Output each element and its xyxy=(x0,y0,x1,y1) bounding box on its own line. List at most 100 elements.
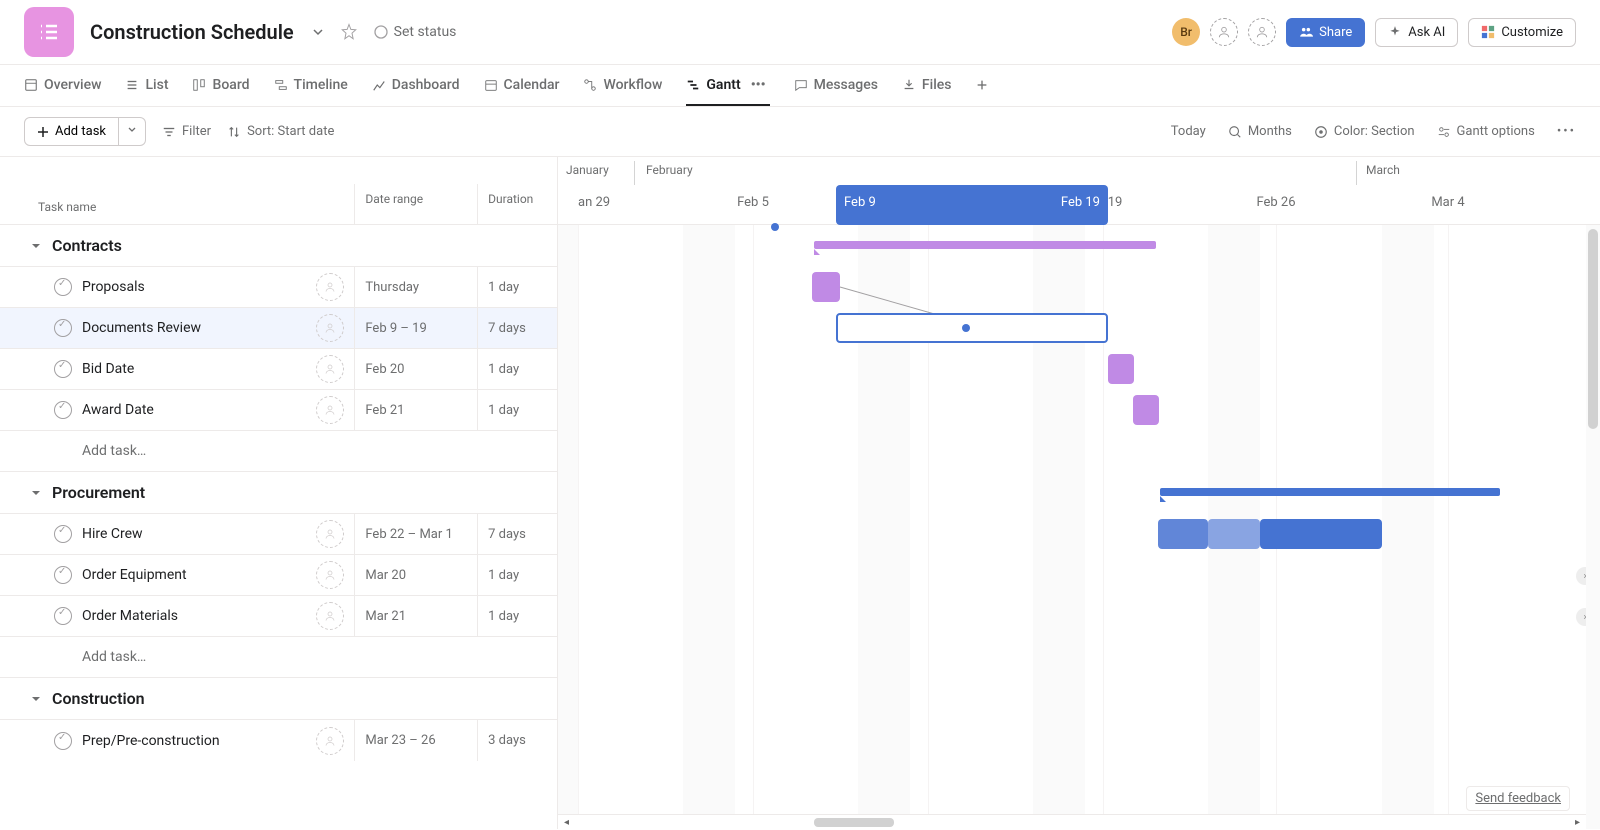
assignee-placeholder[interactable] xyxy=(316,520,344,548)
add-task-inline[interactable]: Add task… xyxy=(0,431,557,472)
more-options-button[interactable]: ••• xyxy=(1557,124,1576,139)
view-tabs: Overview List Board Timeline Dashboard C… xyxy=(0,65,1600,107)
horizontal-scrollbar[interactable]: ◂ ▸ xyxy=(558,814,1586,829)
add-member-placeholder[interactable] xyxy=(1210,18,1238,46)
person-icon xyxy=(324,322,336,334)
task-row[interactable]: Order Materials Mar 21 1 day xyxy=(0,596,557,637)
scrollbar-thumb[interactable] xyxy=(1588,229,1598,429)
add-task-inline[interactable]: Add task… xyxy=(0,637,557,678)
set-status-button[interactable]: Set status xyxy=(374,24,457,40)
customize-button[interactable]: Customize xyxy=(1468,18,1576,47)
gantt-bar-bid-date[interactable] xyxy=(1108,354,1134,384)
gantt-bar-documents-review[interactable] xyxy=(836,313,1108,343)
project-dropdown-button[interactable] xyxy=(306,20,330,44)
assignee-placeholder[interactable] xyxy=(316,727,344,755)
messages-icon xyxy=(794,78,808,92)
color-button[interactable]: Color: Section xyxy=(1314,124,1415,139)
complete-checkbox[interactable] xyxy=(54,607,72,625)
month-label: March xyxy=(1366,163,1400,177)
scroll-right[interactable]: ▸ xyxy=(1571,815,1584,830)
project-title[interactable]: Construction Schedule xyxy=(90,20,294,44)
assignee-placeholder[interactable] xyxy=(316,396,344,424)
assignee-placeholder[interactable] xyxy=(316,561,344,589)
tab-board[interactable]: Board xyxy=(192,65,249,106)
complete-checkbox[interactable] xyxy=(54,525,72,543)
gantt-bar-award-date[interactable] xyxy=(1133,395,1159,425)
add-member-placeholder-2[interactable] xyxy=(1248,18,1276,46)
project-icon xyxy=(24,7,74,57)
section-construction[interactable]: Construction xyxy=(0,678,557,720)
gantt-bar-hire-crew[interactable] xyxy=(1158,519,1208,549)
zoom-months-button[interactable]: Months xyxy=(1228,124,1292,139)
task-row[interactable]: Hire Crew Feb 22 – Mar 1 7 days xyxy=(0,514,557,555)
gantt-rows[interactable]: › › xyxy=(558,225,1600,637)
section-bar-contracts[interactable] xyxy=(814,241,1156,249)
tab-overview[interactable]: Overview xyxy=(24,65,101,106)
filter-button[interactable]: Filter xyxy=(162,124,211,139)
gantt-bar-hire-crew-weekend[interactable] xyxy=(1208,519,1260,549)
gantt-options-button[interactable]: Gantt options xyxy=(1437,124,1535,139)
column-duration[interactable]: Duration xyxy=(477,184,557,224)
section-bar-procurement[interactable] xyxy=(1160,488,1500,496)
date-label: an 29 xyxy=(578,195,610,210)
column-date-range[interactable]: Date range xyxy=(354,184,477,224)
complete-checkbox[interactable] xyxy=(54,732,72,750)
complete-checkbox[interactable] xyxy=(54,401,72,419)
scrollbar-thumb[interactable] xyxy=(814,818,894,827)
vertical-scrollbar[interactable] xyxy=(1586,225,1600,829)
task-row[interactable]: Prep/Pre-construction Mar 23 – 26 3 days xyxy=(0,720,557,761)
section-contracts[interactable]: Contracts xyxy=(0,225,557,267)
gantt-bar-hire-crew-2[interactable] xyxy=(1260,519,1382,549)
assignee-placeholder[interactable] xyxy=(316,273,344,301)
assignee-placeholder[interactable] xyxy=(316,314,344,342)
share-label: Share xyxy=(1319,25,1352,40)
plus-icon xyxy=(37,126,49,138)
add-task-dropdown[interactable] xyxy=(119,117,146,146)
today-button[interactable]: Today xyxy=(1171,124,1206,139)
assignee-placeholder[interactable] xyxy=(316,355,344,383)
tab-gantt[interactable]: Gantt••• xyxy=(686,65,769,106)
task-row[interactable]: Bid Date Feb 20 1 day xyxy=(0,349,557,390)
complete-checkbox[interactable] xyxy=(54,319,72,337)
assignee-placeholder[interactable] xyxy=(316,602,344,630)
section-procurement[interactable]: Procurement xyxy=(0,472,557,514)
tab-files[interactable]: Files xyxy=(902,65,952,106)
tab-workflow[interactable]: Workflow xyxy=(583,65,662,106)
complete-checkbox[interactable] xyxy=(54,360,72,378)
tab-gantt-more[interactable]: ••• xyxy=(747,77,770,93)
tab-list[interactable]: List xyxy=(125,65,168,106)
scroll-left[interactable]: ◂ xyxy=(560,815,573,830)
task-row[interactable]: Award Date Feb 21 1 day xyxy=(0,390,557,431)
tab-dashboard[interactable]: Dashboard xyxy=(372,65,460,106)
chevron-down-icon xyxy=(30,240,42,252)
sort-button[interactable]: Sort: Start date xyxy=(227,124,334,139)
share-button[interactable]: Share xyxy=(1286,18,1365,47)
favorite-button[interactable] xyxy=(336,19,362,45)
complete-checkbox[interactable] xyxy=(54,278,72,296)
send-feedback-link[interactable]: Send feedback xyxy=(1466,786,1570,811)
ask-ai-button[interactable]: Ask AI xyxy=(1375,18,1458,47)
status-circle-icon xyxy=(374,25,388,39)
dependency-handle[interactable] xyxy=(962,324,970,332)
person-icon xyxy=(324,610,336,622)
chevron-down-icon xyxy=(30,693,42,705)
timeline-header: January February March an 29 Feb 5 Feb 9… xyxy=(558,157,1600,225)
add-tab-button[interactable] xyxy=(975,65,989,106)
color-icon xyxy=(1314,125,1328,139)
tab-messages[interactable]: Messages xyxy=(794,65,878,106)
date-label: 19 xyxy=(1108,195,1123,210)
settings-icon xyxy=(1437,125,1451,139)
gantt-bar-proposals[interactable] xyxy=(812,272,840,302)
sparkle-icon xyxy=(1388,25,1402,39)
people-icon xyxy=(1299,25,1313,39)
column-task-name[interactable]: Task name xyxy=(0,200,354,224)
task-row[interactable]: Order Equipment Mar 20 1 day xyxy=(0,555,557,596)
user-avatar[interactable]: Br xyxy=(1172,18,1200,46)
task-row[interactable]: Proposals Thursday 1 day xyxy=(0,267,557,308)
ask-ai-label: Ask AI xyxy=(1408,25,1445,40)
complete-checkbox[interactable] xyxy=(54,566,72,584)
tab-calendar[interactable]: Calendar xyxy=(484,65,560,106)
add-task-button[interactable]: Add task xyxy=(24,117,119,146)
task-row[interactable]: Documents Review Feb 9 – 19 7 days xyxy=(0,308,557,349)
tab-timeline[interactable]: Timeline xyxy=(274,65,348,106)
